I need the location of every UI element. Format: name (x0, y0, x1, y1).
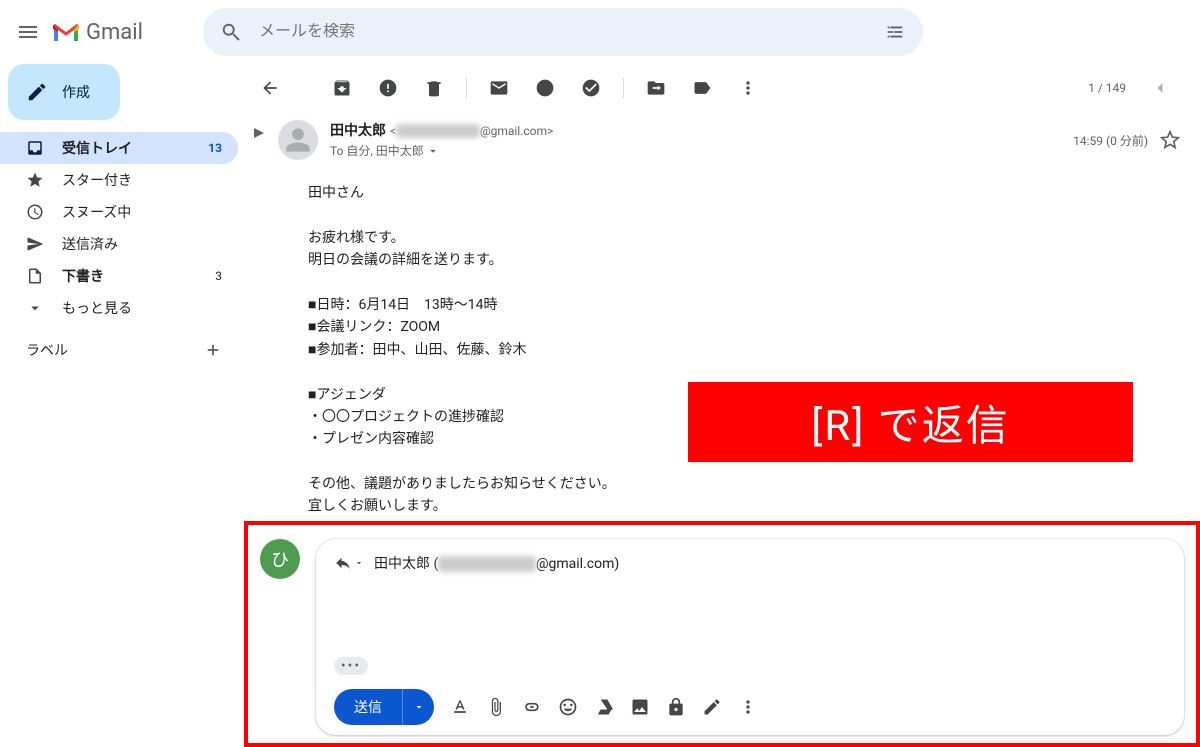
drive-button[interactable] (594, 697, 614, 717)
labels-header: ラベル (26, 340, 68, 360)
link-button[interactable] (522, 697, 542, 717)
format-button[interactable] (450, 697, 470, 717)
show-trimmed-button[interactable]: ••• (334, 657, 368, 675)
reply-area-annotation: ひ 田中太郎 (xxx.xxxxx.xxxxx@gmail.com) ••• 送… (244, 521, 1200, 747)
pencil-icon (26, 81, 48, 103)
signature-button[interactable] (702, 697, 722, 717)
sender-email: <xxx.xxxxx.xxxxx@gmail.com> (390, 124, 553, 138)
send-button[interactable]: 送信 (334, 689, 402, 725)
back-button[interactable] (250, 68, 290, 108)
chevron-down-icon (413, 701, 425, 713)
reply-recipient[interactable]: 田中太郎 (xxx.xxxxx.xxxxx@gmail.com) (374, 553, 619, 573)
main-menu-button[interactable] (8, 12, 48, 52)
message-body: 田中さん お疲れ様です。 明日の会議の詳細を送ります。 ■日時：6月14日 13… (238, 176, 1200, 518)
message-toolbar: 1 / 149 (238, 64, 1200, 112)
confidential-button[interactable] (666, 697, 686, 717)
inbox-icon (26, 139, 44, 157)
send-icon (26, 235, 44, 253)
chevron-down-icon (26, 299, 44, 317)
attach-button[interactable] (486, 697, 506, 717)
reply-card: 田中太郎 (xxx.xxxxx.xxxxx@gmail.com) ••• 送信 (316, 539, 1184, 735)
reply-type-button[interactable] (334, 554, 364, 572)
sender-name: 田中太郎 (330, 120, 386, 140)
sidebar: 作成 受信トレイ 13 スター付き スヌーズ中 送信済み 下書き (0, 64, 238, 747)
nav-inbox[interactable]: 受信トレイ 13 (0, 132, 238, 164)
nav-drafts[interactable]: 下書き 3 (0, 260, 238, 292)
annotation-overlay: [R] で返信 (688, 382, 1133, 462)
more-button[interactable] (728, 68, 768, 108)
recipient-line: To 自分, 田中太郎 (330, 142, 424, 159)
nav-sent[interactable]: 送信済み (0, 228, 238, 260)
add-task-button[interactable] (571, 68, 611, 108)
reply-icon (334, 554, 352, 572)
gmail-icon (52, 21, 80, 43)
document-icon (26, 267, 44, 285)
photo-button[interactable] (630, 697, 650, 717)
spam-button[interactable] (368, 68, 408, 108)
message-counter: 1 / 149 (1088, 81, 1126, 95)
send-more-button[interactable] (402, 689, 434, 725)
star-message-button[interactable] (1160, 130, 1180, 150)
message-time: 14:59 (0 分前) (1073, 132, 1148, 149)
mark-unread-button[interactable] (479, 68, 519, 108)
nav-starred[interactable]: スター付き (0, 164, 238, 196)
search-bar[interactable] (203, 8, 923, 56)
sender-avatar[interactable] (278, 120, 318, 160)
delete-button[interactable] (414, 68, 454, 108)
prev-button[interactable] (1140, 68, 1180, 108)
gmail-logo-text: Gmail (86, 20, 143, 45)
collapse-icon[interactable] (252, 120, 266, 160)
compose-label: 作成 (62, 82, 90, 102)
clock-icon (26, 203, 44, 221)
star-icon (26, 171, 44, 189)
reply-textarea[interactable] (334, 573, 1166, 653)
chevron-down-icon (354, 558, 364, 568)
labels-button[interactable] (682, 68, 722, 108)
archive-button[interactable] (322, 68, 362, 108)
gmail-logo[interactable]: Gmail (52, 20, 143, 45)
plus-icon (204, 341, 222, 359)
nav-more[interactable]: もっと見る (0, 292, 238, 324)
nav-snoozed[interactable]: スヌーズ中 (0, 196, 238, 228)
compose-button[interactable]: 作成 (8, 64, 120, 120)
emoji-button[interactable] (558, 697, 578, 717)
search-input[interactable] (251, 23, 875, 41)
message-header: 田中太郎 <xxx.xxxxx.xxxxx@gmail.com> To 自分, … (238, 112, 1200, 176)
move-button[interactable] (636, 68, 676, 108)
user-avatar[interactable]: ひ (260, 539, 300, 579)
more-options-button[interactable] (738, 697, 758, 717)
search-icon[interactable] (211, 12, 251, 52)
search-options-icon[interactable] (875, 12, 915, 52)
add-label-button[interactable] (204, 341, 222, 359)
snooze-button[interactable] (525, 68, 565, 108)
details-dropdown-icon[interactable] (426, 144, 440, 158)
